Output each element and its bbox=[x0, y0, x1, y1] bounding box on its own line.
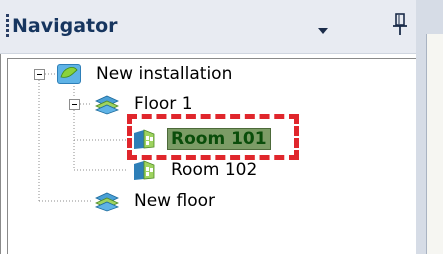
navigator-panel: Navigator New installation Floor 1 Room … bbox=[0, 0, 417, 254]
floor1-expander[interactable] bbox=[69, 99, 80, 110]
installation-icon bbox=[56, 63, 82, 85]
room-icon bbox=[131, 128, 157, 150]
room-icon bbox=[131, 159, 157, 181]
tree-item-new-installation[interactable]: New installation bbox=[96, 63, 232, 85]
root-expander[interactable] bbox=[34, 69, 45, 80]
tree-item-room-102[interactable]: Room 102 bbox=[171, 159, 257, 181]
app-window: Navigator New installation Floor 1 Room … bbox=[0, 0, 443, 254]
floor-icon bbox=[94, 190, 120, 212]
tree-item-floor-1[interactable]: Floor 1 bbox=[134, 93, 193, 115]
tree-item-room-101[interactable]: Room 101 bbox=[167, 128, 271, 150]
adjacent-panel-content bbox=[426, 34, 443, 254]
adjacent-panel bbox=[416, 0, 443, 254]
tree-item-new-floor[interactable]: New floor bbox=[134, 190, 215, 212]
floor-icon bbox=[94, 93, 120, 115]
tree-connector-lines bbox=[38, 73, 128, 202]
